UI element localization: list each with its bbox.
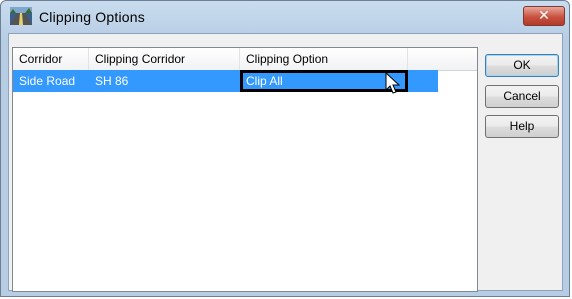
ok-button[interactable]: OK xyxy=(485,54,559,77)
cell-corridor: Side Road xyxy=(19,74,76,88)
help-button[interactable]: Help xyxy=(485,115,559,138)
column-header-corridor[interactable]: Corridor xyxy=(13,48,89,70)
dialog-title: Clipping Options xyxy=(39,9,145,25)
cancel-button[interactable]: Cancel xyxy=(485,85,559,108)
cell-clipping-corridor: SH 86 xyxy=(95,74,129,88)
road-icon xyxy=(10,7,32,25)
cell-clipping-option[interactable]: Clip All xyxy=(240,70,408,92)
title-bar[interactable]: Clipping Options ✕ xyxy=(1,1,569,33)
dialog-window: Clipping Options ✕ Corridor Clipping Cor… xyxy=(0,0,570,297)
column-header-clipping-option[interactable]: Clipping Option xyxy=(240,48,408,70)
clipping-options-list[interactable]: Corridor Clipping Corridor Clipping Opti… xyxy=(12,47,478,292)
close-icon: ✕ xyxy=(538,7,550,23)
dialog-client-area: Corridor Clipping Corridor Clipping Opti… xyxy=(8,33,563,292)
list-header: Corridor Clipping Corridor Clipping Opti… xyxy=(13,48,477,71)
table-row[interactable]: Side Road SH 86 Clip All xyxy=(13,70,438,94)
mouse-pointer-icon xyxy=(384,71,404,96)
column-header-clipping-corridor[interactable]: Clipping Corridor xyxy=(89,48,240,70)
close-button[interactable]: ✕ xyxy=(523,6,565,26)
